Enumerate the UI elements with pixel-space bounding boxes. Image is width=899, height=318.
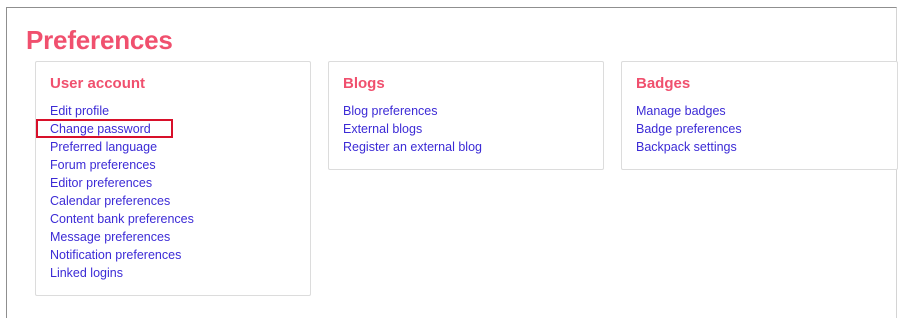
forum-preferences-link[interactable]: Forum preferences xyxy=(50,158,156,172)
list-item: Blog preferences xyxy=(343,102,482,120)
list-item: Manage badges xyxy=(636,102,742,120)
external-blogs-link[interactable]: External blogs xyxy=(343,122,422,136)
badges-card: Badges Manage badges Badge preferences B… xyxy=(621,61,898,170)
list-item: Message preferences xyxy=(50,228,194,246)
badges-heading: Badges xyxy=(636,75,691,92)
register-external-blog-link[interactable]: Register an external blog xyxy=(343,140,482,154)
list-item: Content bank preferences xyxy=(50,210,194,228)
message-preferences-link[interactable]: Message preferences xyxy=(50,230,170,244)
calendar-preferences-link[interactable]: Calendar preferences xyxy=(50,194,170,208)
list-item: Editor preferences xyxy=(50,174,194,192)
list-item: Register an external blog xyxy=(343,138,482,156)
list-item: Forum preferences xyxy=(50,156,194,174)
linked-logins-link[interactable]: Linked logins xyxy=(50,266,123,280)
manage-badges-link[interactable]: Manage badges xyxy=(636,104,726,118)
blogs-card: Blogs Blog preferences External blogs Re… xyxy=(328,61,604,170)
blogs-heading: Blogs xyxy=(343,75,385,92)
list-item: Badge preferences xyxy=(636,120,742,138)
list-item: Calendar preferences xyxy=(50,192,194,210)
blog-preferences-link[interactable]: Blog preferences xyxy=(343,104,438,118)
badge-preferences-link[interactable]: Badge preferences xyxy=(636,122,742,136)
notification-preferences-link[interactable]: Notification preferences xyxy=(50,248,181,262)
badges-links: Manage badges Badge preferences Backpack… xyxy=(636,102,742,156)
page-frame: Preferences User account Edit profile Ch… xyxy=(6,7,898,318)
preferred-language-link[interactable]: Preferred language xyxy=(50,140,157,154)
list-item: Edit profile xyxy=(50,102,194,120)
list-item: Preferred language xyxy=(50,138,194,156)
list-item: Notification preferences xyxy=(50,246,194,264)
page-title: Preferences xyxy=(26,25,173,55)
edit-profile-link[interactable]: Edit profile xyxy=(50,104,109,118)
user-account-card: User account Edit profile Change passwor… xyxy=(35,61,311,296)
content-bank-preferences-link[interactable]: Content bank preferences xyxy=(50,212,194,226)
backpack-settings-link[interactable]: Backpack settings xyxy=(636,140,737,154)
change-password-link[interactable]: Change password xyxy=(50,122,151,136)
editor-preferences-link[interactable]: Editor preferences xyxy=(50,176,152,190)
user-account-links: Edit profile Change password Preferred l… xyxy=(50,102,194,282)
list-item: External blogs xyxy=(343,120,482,138)
blogs-links: Blog preferences External blogs Register… xyxy=(343,102,482,156)
list-item: Linked logins xyxy=(50,264,194,282)
list-item: Change password xyxy=(50,120,194,138)
user-account-heading: User account xyxy=(50,75,146,92)
list-item: Backpack settings xyxy=(636,138,742,156)
